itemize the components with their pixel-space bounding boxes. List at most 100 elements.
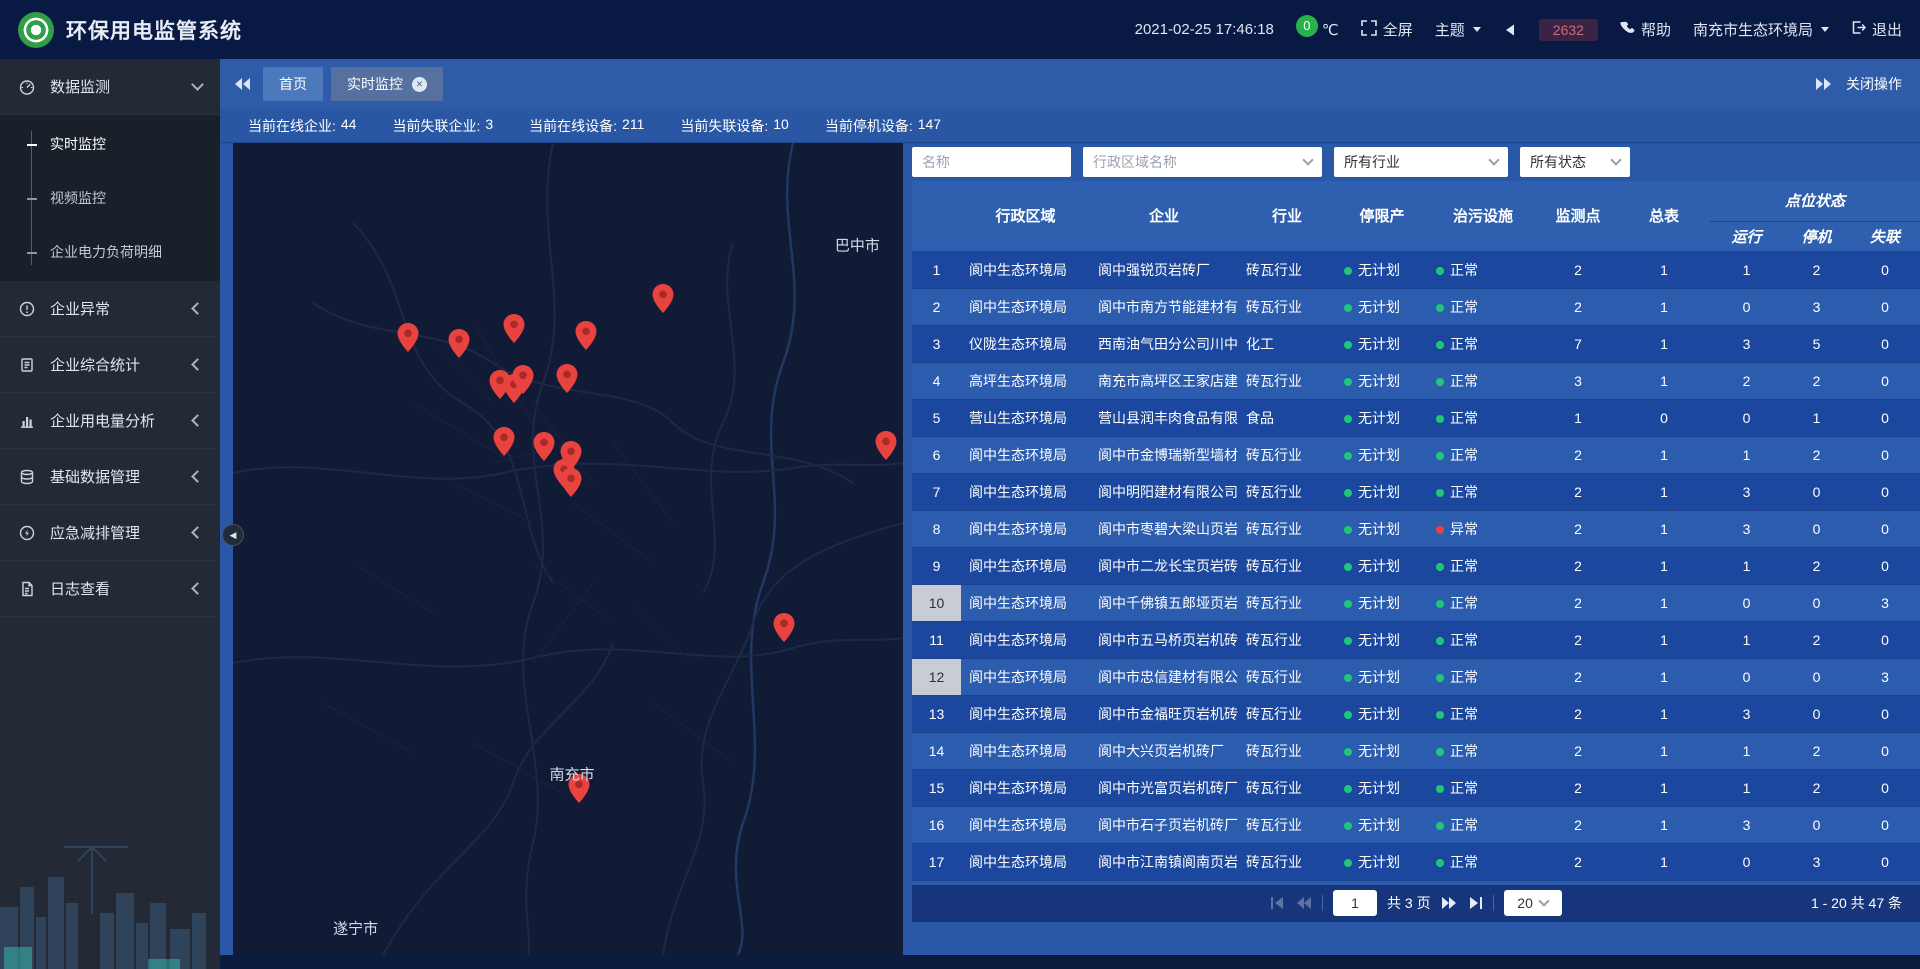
table-row[interactable]: 5营山生态环境局营山县润丰肉食品有限食品无计划正常10010: [912, 400, 1920, 437]
sidebar-group-enterprise-statistics[interactable]: 企业综合统计: [0, 337, 220, 393]
map-pin[interactable]: [397, 323, 418, 357]
page-number-input[interactable]: [1333, 890, 1377, 916]
table-row[interactable]: 8阆中生态环境局阆中市枣碧大梁山页岩砖瓦行业无计划异常21300: [912, 511, 1920, 548]
row-monitor-cell: 2: [1538, 844, 1618, 881]
row-index-cell: 1: [912, 252, 961, 289]
sidebar-item-realtime-monitor[interactable]: 实时监控: [0, 117, 220, 171]
table-row[interactable]: 2阆中生态环境局阆中市南方节能建材有砖瓦行业无计划正常21030: [912, 289, 1920, 326]
table-row[interactable]: 14阆中生态环境局阆中大兴页岩机砖厂砖瓦行业无计划正常21120: [912, 733, 1920, 770]
table-row[interactable]: 6阆中生态环境局阆中市金博瑞新型墙材砖瓦行业无计划正常21120: [912, 437, 1920, 474]
map-pin[interactable]: [493, 427, 514, 461]
next-page-button[interactable]: [1441, 896, 1457, 910]
name-filter-input[interactable]: [912, 147, 1071, 177]
sidebar-group-enterprise-abnormal[interactable]: 企业异常: [0, 281, 220, 337]
sidebar-group-emergency-reduction[interactable]: 应急减排管理: [0, 505, 220, 561]
help-button[interactable]: 帮助: [1620, 19, 1671, 40]
status-items: 当前在线企业:44当前失联企业:3当前在线设备:211当前失联设备:10当前停机…: [248, 116, 941, 136]
map-pin[interactable]: [774, 613, 795, 647]
table-row[interactable]: 11阆中生态环境局阆中市五马桥页岩机砖砖瓦行业无计划正常21120: [912, 622, 1920, 659]
table-row[interactable]: 7阆中生态环境局阆中明阳建材有限公司砖瓦行业无计划正常21300: [912, 474, 1920, 511]
sidebar-group-power-usage-analysis[interactable]: 企业用电量分析: [0, 393, 220, 449]
row-meter-cell: 1: [1618, 696, 1710, 733]
map-pin[interactable]: [533, 432, 554, 466]
row-monitor-cell: 2: [1538, 437, 1618, 474]
tab-realtime-monitor[interactable]: 实时监控✕: [331, 67, 443, 101]
table-row[interactable]: 4高坪生态环境局南充市高坪区王家店建砖瓦行业无计划正常31220: [912, 363, 1920, 400]
row-company-cell: 阆中大兴页岩机砖厂: [1090, 733, 1238, 770]
last-page-button[interactable]: [1467, 896, 1483, 910]
red-dot-icon: [1436, 526, 1444, 534]
row-index-cell: 12: [912, 659, 961, 696]
industry-filter-select[interactable]: 所有行业: [1334, 147, 1508, 177]
map-pin[interactable]: [576, 321, 597, 355]
page-size-select[interactable]: 20: [1504, 890, 1562, 916]
table-row[interactable]: 3仪陇生态环境局西南油气田分公司川中化工无计划正常71350: [912, 326, 1920, 363]
table-row[interactable]: 16阆中生态环境局阆中市石子页岩机砖厂砖瓦行业无计划正常21300: [912, 807, 1920, 844]
table-row[interactable]: 9阆中生态环境局阆中市二龙长宝页岩砖砖瓦行业无计划正常21120: [912, 548, 1920, 585]
row-stopped-cell: 3: [1783, 844, 1850, 881]
sidebar-group-data-monitoring[interactable]: 数据监测: [0, 59, 220, 115]
table-row[interactable]: 10阆中生态环境局阆中千佛镇五郎垭页岩砖瓦行业无计划正常21003: [912, 585, 1920, 622]
map-pin[interactable]: [513, 365, 534, 399]
row-industry-cell: 砖瓦行业: [1238, 807, 1336, 844]
sidebar-submenu: 实时监控视频监控企业电力负荷明细: [0, 115, 220, 281]
status-filter-select[interactable]: 所有状态: [1520, 147, 1630, 177]
row-monitor-cell: 2: [1538, 659, 1618, 696]
map-pin[interactable]: [449, 329, 470, 363]
table-row[interactable]: 1阆中生态环境局阆中强锐页岩砖厂砖瓦行业无计划正常21120: [912, 252, 1920, 289]
notice-count-badge[interactable]: 2632: [1539, 19, 1598, 41]
row-limit-cell: 无计划: [1336, 733, 1428, 770]
row-index-cell: 7: [912, 474, 961, 511]
map-pin[interactable]: [875, 431, 896, 465]
sidebar-item-video-monitor[interactable]: 视频监控: [0, 171, 220, 225]
table-row[interactable]: 15阆中生态环境局阆中市光富页岩机砖厂砖瓦行业无计划正常21120: [912, 770, 1920, 807]
scroll-tabs-right-button[interactable]: [1815, 77, 1832, 91]
collapse-map-button[interactable]: ◀: [222, 524, 244, 546]
status-text: 无计划: [1358, 780, 1400, 796]
row-facility-cell: 正常: [1428, 400, 1538, 437]
tab-home[interactable]: 首页: [263, 67, 323, 101]
green-dot-icon: [1344, 341, 1352, 349]
row-offline-cell: 0: [1850, 733, 1920, 770]
table-row[interactable]: 17阆中生态环境局阆中市江南镇阆南页岩砖瓦行业无计划正常21030: [912, 844, 1920, 881]
map-panel[interactable]: 巴中市南充市遂宁市 ◀: [233, 143, 903, 955]
org-dropdown[interactable]: 南充市生态环境局: [1693, 19, 1829, 40]
announcement-icon[interactable]: [1503, 23, 1517, 37]
fullscreen-button[interactable]: 全屏: [1361, 19, 1413, 40]
green-dot-icon: [1344, 563, 1352, 571]
close-operations-dropdown[interactable]: 关闭操作: [1846, 74, 1902, 94]
theme-dropdown[interactable]: 主题: [1435, 19, 1481, 40]
status-text: 无计划: [1358, 669, 1400, 685]
scroll-tabs-left-button[interactable]: [234, 77, 251, 91]
region-filter-select[interactable]: 行政区域名称: [1083, 147, 1322, 177]
table-row[interactable]: 12阆中生态环境局阆中市忠信建材有限公砖瓦行业无计划正常21003: [912, 659, 1920, 696]
prev-page-button[interactable]: [1296, 896, 1312, 910]
logout-button[interactable]: 退出: [1851, 19, 1902, 40]
col-company: 企业: [1090, 181, 1238, 251]
submenu-tick-icon: [27, 252, 37, 254]
temperature-unit: ℃: [1322, 21, 1339, 39]
row-region-cell: 阆中生态环境局: [961, 770, 1090, 807]
help-label: 帮助: [1641, 19, 1671, 40]
status-label: 当前停机设备:: [825, 116, 913, 136]
col-offline: 失联: [1850, 221, 1920, 251]
row-stopped-cell: 2: [1783, 363, 1850, 400]
sidebar-group-log-view[interactable]: 日志查看: [0, 561, 220, 617]
map-pin[interactable]: [561, 468, 582, 502]
sidebar-item-power-load-detail[interactable]: 企业电力负荷明细: [0, 225, 220, 279]
sidebar-group-base-data-management[interactable]: 基础数据管理: [0, 449, 220, 505]
green-dot-icon: [1344, 267, 1352, 275]
table-row[interactable]: 13阆中生态环境局阆中市金福旺页岩机砖砖瓦行业无计划正常21300: [912, 696, 1920, 733]
col-point-status-group: 点位状态: [1710, 181, 1920, 221]
chevron-left-icon: [191, 414, 204, 427]
work-area: 巴中市南充市遂宁市 ◀ 行政区域名称 所有行业 所有状态: [220, 143, 1920, 955]
row-offline-cell: 0: [1850, 252, 1920, 289]
first-page-button[interactable]: [1270, 896, 1286, 910]
map-pin[interactable]: [504, 314, 525, 348]
map-pin[interactable]: [557, 364, 578, 398]
map-city-label: 遂宁市: [333, 918, 378, 939]
row-index-cell: 9: [912, 548, 961, 585]
map-pin[interactable]: [653, 284, 674, 318]
row-meter-cell: 1: [1618, 289, 1710, 326]
close-tab-icon[interactable]: ✕: [412, 77, 427, 92]
